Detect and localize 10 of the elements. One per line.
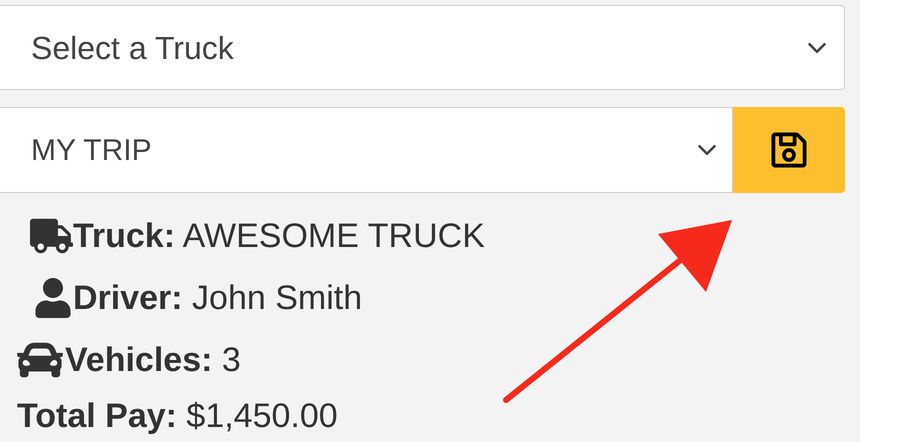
trip-select[interactable]: MY TRIP	[0, 107, 733, 193]
truck-select[interactable]: Select a Truck	[0, 5, 845, 90]
detail-text: Driver: John Smith	[73, 281, 362, 315]
detail-text: Vehicles: 3	[65, 343, 241, 377]
person-icon	[33, 278, 73, 318]
save-button[interactable]	[733, 107, 845, 193]
detail-text: Truck: AWESOME TRUCK	[73, 219, 485, 253]
truck-icon	[30, 217, 73, 255]
detail-text: Total Pay: $1,450.00	[17, 399, 338, 433]
save-icon	[769, 130, 809, 170]
